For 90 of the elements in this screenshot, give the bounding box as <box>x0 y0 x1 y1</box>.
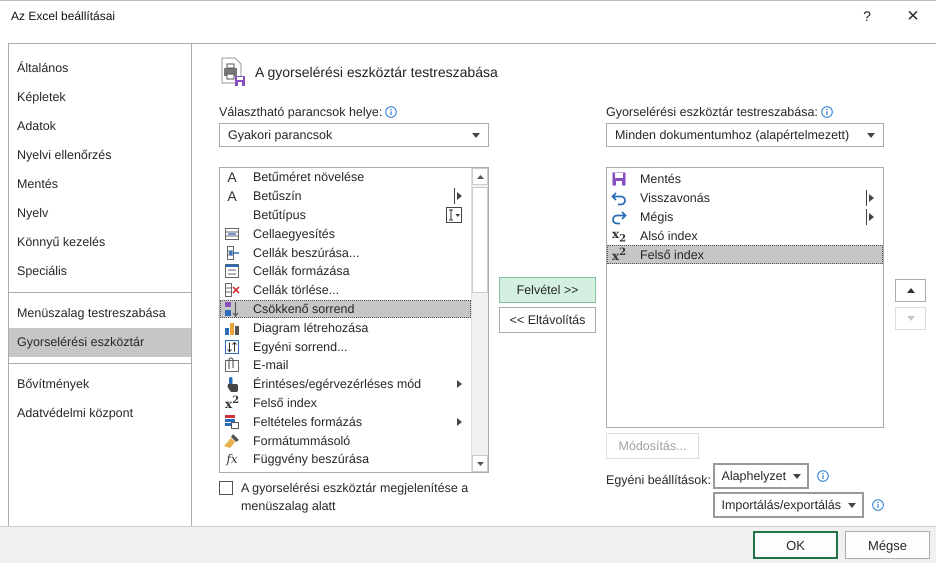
scroll-down-button[interactable] <box>472 455 488 472</box>
list-item[interactable]: Csökkenő sorrend <box>220 300 471 318</box>
list-item[interactable]: Cellaegyesítés <box>220 224 471 244</box>
glyph-icon: x$^{2}$ <box>612 246 626 263</box>
sidebar-item[interactable]: Speciális <box>9 257 191 286</box>
reset-dropdown-button[interactable]: Alaphelyzet <box>713 463 810 489</box>
down-caret-icon <box>906 316 914 321</box>
list-item[interactable]: Cellák törlése... <box>220 280 471 300</box>
table-x-icon <box>224 282 240 298</box>
save-icon <box>611 171 627 188</box>
sidebar-item[interactable]: Nyelvi ellenőrzés <box>9 141 191 170</box>
list-item[interactable]: Cellák beszúrása... <box>220 243 471 262</box>
close-button[interactable]: × <box>890 1 936 31</box>
checkbox[interactable] <box>219 481 233 495</box>
glyph-icon: fx <box>226 452 238 466</box>
sidebar-item[interactable]: Gyorselérési eszköztár <box>9 328 191 357</box>
undo-arrow-icon <box>611 190 627 206</box>
dropdown-caret-icon <box>848 502 856 508</box>
sidebar-item[interactable]: Mentés <box>9 170 191 199</box>
info-icon <box>817 470 830 482</box>
list-item[interactable]: A Betűszín <box>220 186 471 206</box>
dropdown-caret-icon <box>867 132 875 138</box>
table-arrow-icon <box>224 244 240 261</box>
list-item[interactable]: Mentés <box>607 170 883 189</box>
up-caret-icon <box>476 174 484 178</box>
field-label: Gyorselérési eszköztár testreszabása: <box>606 105 818 119</box>
target-dropdown[interactable]: Minden dokumentumhoz (alapértelmezett) <box>606 123 884 147</box>
move-up-button[interactable] <box>895 279 926 302</box>
scrollbar[interactable] <box>471 168 488 472</box>
list-item[interactable]: x$^{2}$ Felső index <box>607 245 883 264</box>
window-title: Az Excel beállításai <box>11 9 116 23</box>
split-caret-icon <box>866 190 874 206</box>
sidebar-item[interactable]: Képletek <box>9 83 191 112</box>
glyph-icon: A <box>227 169 237 186</box>
up-caret-icon <box>906 288 914 293</box>
table-icon <box>224 226 240 242</box>
brush-icon <box>224 432 240 449</box>
down-caret-icon <box>476 462 484 466</box>
glyph-icon: x$^{2}$ <box>224 394 240 411</box>
glyph-icon: x$_{2}$ <box>612 227 626 244</box>
list-item[interactable]: Érintéses/egérvezérléses mód <box>220 374 471 394</box>
paperclip-icon <box>224 357 240 374</box>
dropdown-caret-icon <box>793 474 802 478</box>
list-item[interactable]: Formátummásoló <box>220 431 471 450</box>
list-item[interactable]: x$^{2}$ Felső index <box>220 394 471 412</box>
list-item[interactable]: x$_{2}$ Alsó index <box>607 226 883 246</box>
list-item[interactable]: Feltételes formázás <box>220 412 471 432</box>
sort-arrows-icon <box>224 338 240 355</box>
info-icon <box>385 106 398 118</box>
sidebar-item[interactable]: Adatvédelmi központ <box>9 399 191 428</box>
dropdown-caret-icon <box>472 132 480 138</box>
text-field-icon <box>446 206 462 223</box>
info-icon <box>820 106 833 118</box>
list-item[interactable]: Visszavonás <box>607 188 883 208</box>
remove-button[interactable]: << Eltávolítás <box>499 307 596 333</box>
info-icon <box>872 499 884 511</box>
commands-dropdown[interactable]: Gyakori parancsok <box>219 123 489 147</box>
list-item[interactable]: fx Függvény beszúrása <box>220 450 471 469</box>
scroll-thumb[interactable] <box>472 187 488 293</box>
split-caret-icon <box>454 188 462 204</box>
list-item[interactable]: Diagram létrehozása <box>220 318 471 338</box>
sort-icon <box>224 300 240 317</box>
submenu-caret-icon <box>457 418 462 426</box>
import-export-dropdown-button[interactable]: Importálás/exportálás <box>713 492 864 518</box>
sidebar-item[interactable]: Könnyű kezelés <box>9 228 191 257</box>
cancel-button[interactable]: Mégse <box>845 531 930 559</box>
scroll-up-button[interactable] <box>472 168 488 185</box>
custom-settings-label: Egyéni beállítások: <box>606 472 712 489</box>
form-icon <box>224 263 240 280</box>
redo-arrow-icon <box>611 208 627 225</box>
split-caret-icon <box>866 208 874 225</box>
sidebar-item[interactable]: Általános <box>9 54 191 83</box>
list-item[interactable]: Egyéni sorrend... <box>220 337 471 356</box>
checkbox-label: A gyorselérési eszköztár megjelenítése a menüszalag alatt <box>241 480 470 515</box>
sidebar-item[interactable]: Menüszalag testreszabása <box>9 299 191 328</box>
list-item[interactable]: Cellák formázása <box>220 262 471 281</box>
glyph-icon: A <box>227 188 237 204</box>
field-label: Választható parancsok helye: <box>219 105 382 119</box>
submenu-caret-icon <box>457 380 462 388</box>
add-button[interactable]: Felvétel >> <box>499 277 596 303</box>
list-item[interactable]: Mégis <box>607 208 883 226</box>
list-item[interactable]: E-mail <box>220 356 471 375</box>
list-item[interactable]: A Betűméret növelése <box>220 168 471 187</box>
section-heading: A gyorselérési eszköztár testreszabása <box>255 64 498 80</box>
sidebar-item[interactable]: Adatok <box>9 112 191 141</box>
help-button[interactable]: ? <box>844 1 890 31</box>
sidebar-item[interactable]: Bővítmények <box>9 370 191 399</box>
list-item[interactable]: Betűtípus <box>220 206 471 224</box>
sidebar-item[interactable]: Nyelv <box>9 199 191 228</box>
ok-button[interactable]: OK <box>753 531 838 559</box>
